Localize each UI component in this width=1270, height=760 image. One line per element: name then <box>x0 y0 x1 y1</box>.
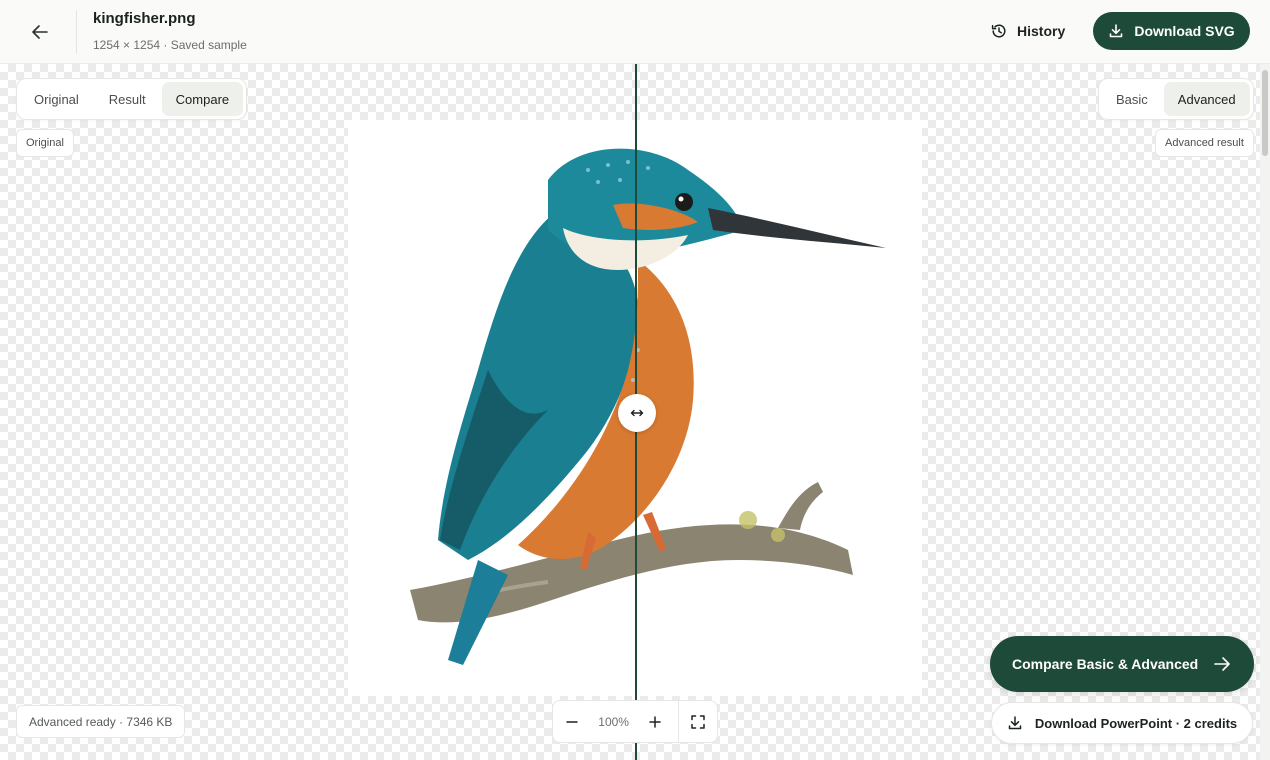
fullscreen-button[interactable] <box>679 701 717 742</box>
compare-basic-advanced-button[interactable]: Compare Basic & Advanced <box>990 636 1254 692</box>
zoom-level: 100% <box>598 714 629 729</box>
tab-compare[interactable]: Compare <box>161 82 244 116</box>
header-divider <box>76 10 77 54</box>
download-icon <box>1008 716 1022 730</box>
download-powerpoint-button[interactable]: Download PowerPoint · 2 credits <box>991 702 1253 744</box>
scrollbar[interactable] <box>1260 64 1270 760</box>
compare-canvas[interactable]: Original Result Compare Basic Advanced O… <box>0 64 1260 760</box>
left-right-arrow-icon <box>630 409 644 417</box>
file-name: kingfisher.png <box>93 10 196 27</box>
history-button[interactable]: History <box>978 12 1077 50</box>
tab-basic[interactable]: Basic <box>1102 82 1162 116</box>
left-side-label: Original <box>16 129 74 157</box>
compare-slider-handle[interactable] <box>618 394 656 432</box>
download-powerpoint-label: Download PowerPoint · 2 credits <box>1034 715 1238 731</box>
history-icon <box>991 24 1006 38</box>
history-label: History <box>1017 23 1066 39</box>
status-badge: Advanced ready · 7346 KB <box>16 705 186 738</box>
right-side-label: Advanced result <box>1155 129 1254 157</box>
download-svg-label: Download SVG <box>1134 23 1235 39</box>
scrollbar-thumb[interactable] <box>1262 70 1268 156</box>
tab-result[interactable]: Result <box>95 82 160 116</box>
zoom-in-button[interactable] <box>636 701 674 742</box>
view-tabs: Original Result Compare <box>16 78 248 120</box>
zoom-controls: 100% <box>552 700 718 743</box>
tab-original[interactable]: Original <box>20 82 93 116</box>
compare-button-label: Compare Basic & Advanced <box>1012 656 1199 672</box>
tab-advanced[interactable]: Advanced <box>1163 82 1250 116</box>
zoom-out-button[interactable] <box>553 701 591 742</box>
download-icon <box>1110 24 1123 38</box>
fullscreen-icon <box>691 714 705 729</box>
file-meta: 1254 × 1254 · Saved sample <box>93 38 247 52</box>
top-bar: kingfisher.png 1254 × 1254 · Saved sampl… <box>0 0 1270 64</box>
arrow-left-icon <box>32 25 48 39</box>
minus-icon <box>566 720 578 723</box>
arrow-right-icon <box>1214 657 1230 671</box>
mode-tabs: Basic Advanced <box>1098 78 1254 120</box>
download-svg-button[interactable]: Download SVG <box>1093 12 1250 50</box>
back-button[interactable] <box>20 12 60 52</box>
plus-icon <box>649 715 662 728</box>
